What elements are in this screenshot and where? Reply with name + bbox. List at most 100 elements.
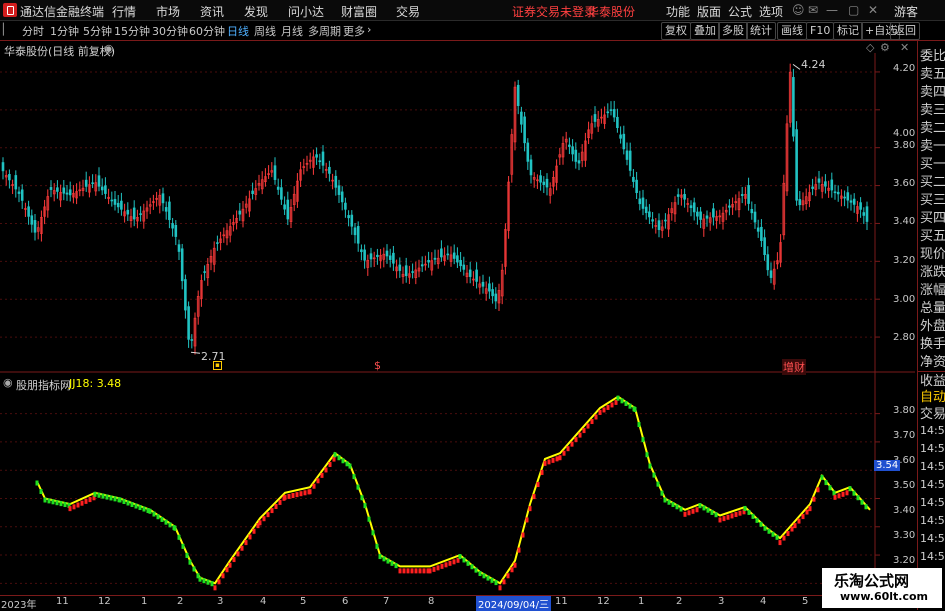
close-icon[interactable]: ✕ <box>868 3 878 17</box>
quote-field[interactable]: 外盘 <box>920 315 945 334</box>
quote-field[interactable]: 买一 <box>920 153 945 172</box>
date-axis: 2023年 11 12 1 2 3 4 5 6 7 8 2024/09/04/三… <box>0 595 917 611</box>
quote-field[interactable]: 换手 <box>920 333 945 352</box>
dollar-marker[interactable]: $ <box>374 359 381 372</box>
indicator-marker <box>490 577 494 583</box>
indicator-marker <box>679 506 683 512</box>
chart-area[interactable]: 华泰股份(日线 前复权) ◉ ◇ ⚙ ✕ 4.24 2.71 增财 $ ▪ 4.… <box>0 41 915 594</box>
candle-body <box>433 257 437 260</box>
mail-icon[interactable]: ✉ <box>808 3 818 17</box>
menu-item-quotes[interactable]: 行情 <box>112 3 136 20</box>
candle-body <box>651 219 654 222</box>
candle-body <box>318 160 322 163</box>
candle-body <box>638 198 642 205</box>
chart-settings-icon[interactable]: ⚙ <box>880 41 890 54</box>
indicator-marker <box>852 490 856 496</box>
tab-timeshare[interactable]: 分时 <box>22 23 44 39</box>
back-button[interactable]: 返回 <box>890 22 920 40</box>
menu-item-market[interactable]: 市场 <box>156 3 180 20</box>
quote-field[interactable]: 现价 <box>920 243 945 262</box>
quote-field[interactable]: 买二 <box>920 171 945 190</box>
tab-1min[interactable]: 1分钟 <box>50 23 79 39</box>
indicator-marker <box>324 467 328 473</box>
user-name[interactable]: 游客 <box>894 3 918 20</box>
indicator-marker <box>188 559 192 565</box>
indicator-options-icon[interactable]: ◉ <box>3 376 13 389</box>
minimize-icon[interactable]: — <box>826 3 838 17</box>
tab-more[interactable]: 更多 <box>343 23 365 39</box>
indicator-marker <box>848 486 852 492</box>
tab-daily[interactable]: 日线 <box>227 23 249 39</box>
restore-icon[interactable]: ▢ <box>848 3 859 17</box>
indicator-marker <box>775 534 779 540</box>
indicator-marker <box>702 505 706 511</box>
chart-close-icon[interactable]: ✕ <box>900 41 909 54</box>
trade-login-status[interactable]: 证券交易未登录 <box>512 3 596 20</box>
more-chevron-icon[interactable]: › <box>367 23 371 36</box>
multi-stock-button[interactable]: 多股 <box>718 22 748 40</box>
adjust-button[interactable]: 复权 <box>661 22 691 40</box>
indicator-marker <box>93 491 97 497</box>
quote-field[interactable]: 卖五 <box>920 63 945 82</box>
quote-field[interactable]: 净资 <box>920 351 945 370</box>
mark-button[interactable]: 标记 <box>833 22 863 40</box>
quote-field[interactable]: 卖四 <box>920 81 945 100</box>
menu-item-layout[interactable]: 版面 <box>697 3 721 20</box>
trade-tab[interactable]: 交易 <box>920 403 945 422</box>
candle-body <box>705 215 709 219</box>
menu-item-formula[interactable]: 公式 <box>728 3 752 20</box>
menu-item-options[interactable]: 选项 <box>759 3 783 20</box>
quote-field[interactable]: 买三 <box>920 189 945 208</box>
quote-field[interactable]: 买四 <box>920 207 945 226</box>
tab-15min[interactable]: 15分钟 <box>114 23 150 39</box>
tab-monthly[interactable]: 月线 <box>281 23 303 39</box>
indicator-marker <box>270 508 274 514</box>
tab-multi-period[interactable]: 多周期 <box>308 23 341 39</box>
candle-body <box>641 197 645 209</box>
menu-item-function[interactable]: 功能 <box>666 3 690 20</box>
quote-field[interactable]: 卖一 <box>920 135 945 154</box>
candle-body <box>830 179 834 191</box>
quote-field[interactable]: 买五 <box>920 225 945 244</box>
menu-item-discover[interactable]: 发现 <box>244 3 268 20</box>
candle-body <box>14 175 18 190</box>
tab-60min[interactable]: 60分钟 <box>189 23 225 39</box>
indicator-marker <box>767 528 771 534</box>
quote-field[interactable]: 卖三 <box>920 99 945 118</box>
quote-field[interactable]: 总量 <box>920 297 945 316</box>
indicator-marker <box>616 395 620 401</box>
overlay-button[interactable]: 叠加 <box>690 22 720 40</box>
draw-line-button[interactable]: 画线 <box>777 22 807 40</box>
indicator-marker <box>540 469 544 475</box>
f10-button[interactable]: F10 <box>806 22 835 40</box>
tab-30min[interactable]: 30分钟 <box>152 23 188 39</box>
candle-body <box>65 192 69 195</box>
indicator-marker <box>177 534 181 540</box>
chart-diamond-icon[interactable]: ◇ <box>866 41 874 54</box>
indicator-marker <box>252 528 256 534</box>
indicator-marker <box>860 499 864 505</box>
tab-weekly[interactable]: 周线 <box>254 23 276 39</box>
menu-item-wealth[interactable]: 财富圈 <box>341 3 377 20</box>
quote-field[interactable]: 卖二 <box>920 117 945 136</box>
user-icon[interactable]: ☺ <box>792 3 805 17</box>
candle-body <box>420 264 424 267</box>
kline-chart[interactable] <box>0 41 915 594</box>
quote-field[interactable]: 委比 <box>920 45 945 64</box>
event-marker[interactable]: 增财 <box>782 359 806 375</box>
quote-field[interactable]: 涨跌 <box>920 261 945 280</box>
info-marker-icon[interactable]: ▪ <box>213 361 222 370</box>
stats-button[interactable]: 统计 <box>746 22 776 40</box>
chart-options-icon[interactable]: ◉ <box>104 42 114 55</box>
candle-body <box>568 144 571 147</box>
menu-item-xiaoda[interactable]: 问小达 <box>288 3 324 20</box>
indicator-marker <box>341 458 345 464</box>
menu-item-trade[interactable]: 交易 <box>396 3 420 20</box>
tab-5min[interactable]: 5分钟 <box>83 23 112 39</box>
menu-item-news[interactable]: 资讯 <box>200 3 224 20</box>
indicator-marker <box>88 497 92 503</box>
candle-body <box>516 84 520 106</box>
candle-body <box>664 219 667 222</box>
indicator-name[interactable]: 股朋指标网 <box>16 377 71 393</box>
quote-field[interactable]: 涨幅 <box>920 279 945 298</box>
